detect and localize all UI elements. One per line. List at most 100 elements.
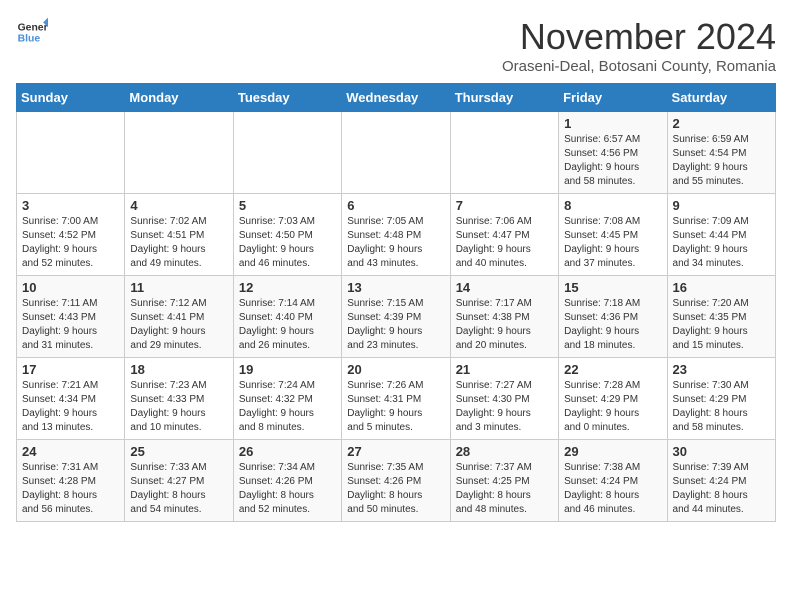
svg-text:General: General (18, 22, 48, 33)
day-info: Sunrise: 7:06 AM Sunset: 4:47 PM Dayligh… (456, 215, 553, 271)
day-info: Sunrise: 7:33 AM Sunset: 4:27 PM Dayligh… (130, 461, 227, 517)
day-number: 12 (239, 280, 336, 295)
calendar-cell: 14 Sunrise: 7:17 AM Sunset: 4:38 PM Dayli… (450, 276, 558, 358)
day-info: Sunrise: 7:26 AM Sunset: 4:31 PM Dayligh… (347, 379, 444, 435)
day-info: Sunrise: 7:20 AM Sunset: 4:35 PM Dayligh… (673, 297, 770, 353)
day-number: 7 (456, 198, 553, 213)
weekday-header: Thursday (450, 84, 558, 112)
calendar-cell: 19 Sunrise: 7:24 AM Sunset: 4:32 PM Dayli… (233, 358, 341, 440)
day-info: Sunrise: 7:12 AM Sunset: 4:41 PM Dayligh… (130, 297, 227, 353)
calendar-cell: 25 Sunrise: 7:33 AM Sunset: 4:27 PM Dayli… (125, 440, 233, 522)
day-info: Sunrise: 7:39 AM Sunset: 4:24 PM Dayligh… (673, 461, 770, 517)
calendar-cell: 18 Sunrise: 7:23 AM Sunset: 4:33 PM Dayli… (125, 358, 233, 440)
calendar-cell: 10 Sunrise: 7:11 AM Sunset: 4:43 PM Dayli… (17, 276, 125, 358)
day-info: Sunrise: 7:03 AM Sunset: 4:50 PM Dayligh… (239, 215, 336, 271)
day-info: Sunrise: 6:59 AM Sunset: 4:54 PM Dayligh… (673, 133, 770, 189)
location: Oraseni-Deal, Botosani County, Romania (502, 58, 776, 75)
day-info: Sunrise: 7:11 AM Sunset: 4:43 PM Dayligh… (22, 297, 119, 353)
day-number: 9 (673, 198, 770, 213)
day-info: Sunrise: 7:18 AM Sunset: 4:36 PM Dayligh… (564, 297, 661, 353)
day-number: 23 (673, 362, 770, 377)
day-info: Sunrise: 6:57 AM Sunset: 4:56 PM Dayligh… (564, 133, 661, 189)
calendar-cell: 11 Sunrise: 7:12 AM Sunset: 4:41 PM Dayli… (125, 276, 233, 358)
svg-text:Blue: Blue (18, 34, 41, 45)
day-number: 22 (564, 362, 661, 377)
header: General Blue November 2024 Oraseni-Deal,… (16, 16, 776, 75)
calendar-cell: 5Sunrise: 7:03 AM Sunset: 4:50 PM Daylig… (233, 194, 341, 276)
day-number: 11 (130, 280, 227, 295)
day-number: 20 (347, 362, 444, 377)
calendar-week-row: 10 Sunrise: 7:11 AM Sunset: 4:43 PM Dayli… (17, 276, 776, 358)
calendar-week-row: 24Sunrise: 7:31 AM Sunset: 4:28 PM Dayli… (17, 440, 776, 522)
calendar-cell: 17 Sunrise: 7:21 AM Sunset: 4:34 PM Dayli… (17, 358, 125, 440)
calendar-cell (125, 112, 233, 194)
day-number: 30 (673, 444, 770, 459)
calendar-cell: 3Sunrise: 7:00 AM Sunset: 4:52 PM Daylig… (17, 194, 125, 276)
day-number: 2 (673, 116, 770, 131)
weekday-header: Tuesday (233, 84, 341, 112)
calendar-cell: 22 Sunrise: 7:28 AM Sunset: 4:29 PM Dayli… (559, 358, 667, 440)
calendar-cell (342, 112, 450, 194)
day-number: 18 (130, 362, 227, 377)
calendar-week-row: 17 Sunrise: 7:21 AM Sunset: 4:34 PM Dayli… (17, 358, 776, 440)
day-info: Sunrise: 7:02 AM Sunset: 4:51 PM Dayligh… (130, 215, 227, 271)
day-info: Sunrise: 7:23 AM Sunset: 4:33 PM Dayligh… (130, 379, 227, 435)
day-info: Sunrise: 7:27 AM Sunset: 4:30 PM Dayligh… (456, 379, 553, 435)
day-info: Sunrise: 7:00 AM Sunset: 4:52 PM Dayligh… (22, 215, 119, 271)
calendar-cell (450, 112, 558, 194)
calendar-cell: 30 Sunrise: 7:39 AM Sunset: 4:24 PM Dayli… (667, 440, 775, 522)
calendar-cell: 13 Sunrise: 7:15 AM Sunset: 4:39 PM Dayli… (342, 276, 450, 358)
day-info: Sunrise: 7:30 AM Sunset: 4:29 PM Dayligh… (673, 379, 770, 435)
day-number: 19 (239, 362, 336, 377)
weekday-header: Sunday (17, 84, 125, 112)
day-info: Sunrise: 7:14 AM Sunset: 4:40 PM Dayligh… (239, 297, 336, 353)
day-info: Sunrise: 7:37 AM Sunset: 4:25 PM Dayligh… (456, 461, 553, 517)
day-number: 8 (564, 198, 661, 213)
day-number: 15 (564, 280, 661, 295)
calendar-cell: 27 Sunrise: 7:35 AM Sunset: 4:26 PM Dayli… (342, 440, 450, 522)
day-info: Sunrise: 7:21 AM Sunset: 4:34 PM Dayligh… (22, 379, 119, 435)
weekday-header: Friday (559, 84, 667, 112)
calendar-cell: 29Sunrise: 7:38 AM Sunset: 4:24 PM Dayli… (559, 440, 667, 522)
calendar-cell: 26Sunrise: 7:34 AM Sunset: 4:26 PM Dayli… (233, 440, 341, 522)
calendar-cell: 12 Sunrise: 7:14 AM Sunset: 4:40 PM Dayli… (233, 276, 341, 358)
weekday-header: Saturday (667, 84, 775, 112)
day-number: 13 (347, 280, 444, 295)
day-number: 27 (347, 444, 444, 459)
calendar-cell (17, 112, 125, 194)
month-title: November 2024 (502, 16, 776, 58)
logo-icon: General Blue (16, 16, 48, 48)
calendar-cell: 6 Sunrise: 7:05 AM Sunset: 4:48 PM Daylig… (342, 194, 450, 276)
day-number: 6 (347, 198, 444, 213)
calendar-cell: 15 Sunrise: 7:18 AM Sunset: 4:36 PM Dayli… (559, 276, 667, 358)
day-info: Sunrise: 7:15 AM Sunset: 4:39 PM Dayligh… (347, 297, 444, 353)
day-info: Sunrise: 7:05 AM Sunset: 4:48 PM Dayligh… (347, 215, 444, 271)
day-number: 17 (22, 362, 119, 377)
calendar-table: SundayMondayTuesdayWednesdayThursdayFrid… (16, 83, 776, 522)
day-info: Sunrise: 7:08 AM Sunset: 4:45 PM Dayligh… (564, 215, 661, 271)
day-number: 4 (130, 198, 227, 213)
day-number: 14 (456, 280, 553, 295)
day-info: Sunrise: 7:34 AM Sunset: 4:26 PM Dayligh… (239, 461, 336, 517)
calendar-cell: 8 Sunrise: 7:08 AM Sunset: 4:45 PM Daylig… (559, 194, 667, 276)
day-number: 25 (130, 444, 227, 459)
calendar-cell (233, 112, 341, 194)
calendar-cell: 4 Sunrise: 7:02 AM Sunset: 4:51 PM Daylig… (125, 194, 233, 276)
weekday-header: Monday (125, 84, 233, 112)
day-info: Sunrise: 7:17 AM Sunset: 4:38 PM Dayligh… (456, 297, 553, 353)
calendar-cell: 28Sunrise: 7:37 AM Sunset: 4:25 PM Dayli… (450, 440, 558, 522)
title-area: November 2024 Oraseni-Deal, Botosani Cou… (502, 16, 776, 75)
day-info: Sunrise: 7:35 AM Sunset: 4:26 PM Dayligh… (347, 461, 444, 517)
day-info: Sunrise: 7:24 AM Sunset: 4:32 PM Dayligh… (239, 379, 336, 435)
calendar-week-row: 1Sunrise: 6:57 AM Sunset: 4:56 PM Daylig… (17, 112, 776, 194)
day-number: 21 (456, 362, 553, 377)
calendar-cell: 2 Sunrise: 6:59 AM Sunset: 4:54 PM Daylig… (667, 112, 775, 194)
day-number: 10 (22, 280, 119, 295)
weekday-header: Wednesday (342, 84, 450, 112)
logo: General Blue (16, 16, 48, 48)
weekday-header-row: SundayMondayTuesdayWednesdayThursdayFrid… (17, 84, 776, 112)
day-info: Sunrise: 7:28 AM Sunset: 4:29 PM Dayligh… (564, 379, 661, 435)
calendar-cell: 21 Sunrise: 7:27 AM Sunset: 4:30 PM Dayli… (450, 358, 558, 440)
calendar-cell: 16Sunrise: 7:20 AM Sunset: 4:35 PM Dayli… (667, 276, 775, 358)
calendar-cell: 23 Sunrise: 7:30 AM Sunset: 4:29 PM Dayli… (667, 358, 775, 440)
